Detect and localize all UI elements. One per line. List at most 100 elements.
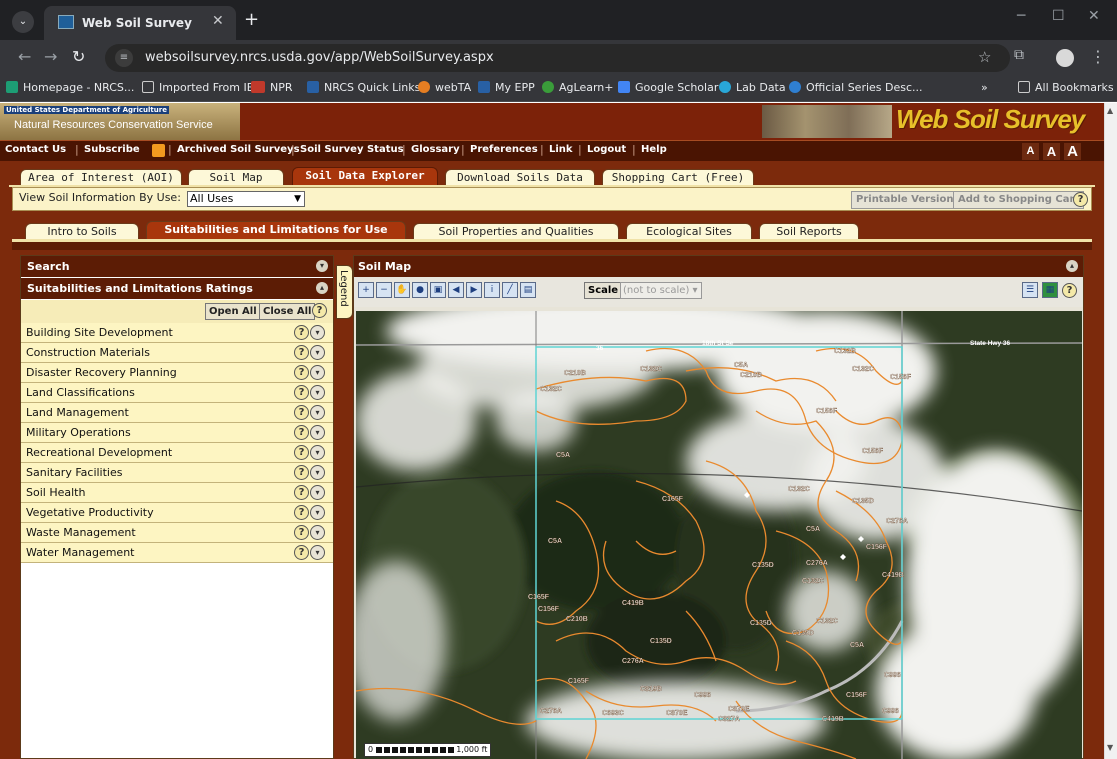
expand-icon[interactable]: ▾ (310, 385, 325, 400)
tab-ecological-sites[interactable]: Ecological Sites (626, 223, 752, 240)
close-all-button[interactable]: Close All (259, 303, 316, 320)
tab-soil-reports[interactable]: Soil Reports (759, 223, 859, 240)
bookmark-item[interactable]: webTA (418, 81, 471, 94)
nav-help[interactable]: Help (641, 144, 667, 155)
bookmark-item[interactable]: Homepage - NRCS... (6, 81, 134, 94)
nav-link[interactable]: Link (549, 144, 573, 155)
layer-list-icon[interactable]: ☰ (1022, 282, 1038, 298)
help-icon[interactable]: ? (294, 325, 309, 340)
nav-soil-survey-status[interactable]: Soil Survey Status (300, 144, 404, 155)
tab-area-of-interest[interactable]: Area of Interest (AOI) (20, 169, 182, 186)
browser-tab-active[interactable]: Web Soil Survey ✕ (44, 6, 236, 40)
bookmark-item[interactable]: My EPP (478, 81, 535, 94)
help-icon[interactable]: ? (312, 303, 327, 318)
expand-icon[interactable]: ▾ (310, 325, 325, 340)
print-map-icon[interactable]: ▦ (1042, 282, 1058, 298)
add-to-shopping-cart-button[interactable]: Add to Shopping Cart (953, 191, 1085, 209)
nav-logout[interactable]: Logout (587, 144, 626, 155)
identify-info-icon[interactable]: i (484, 282, 500, 298)
tab-shopping-cart[interactable]: Shopping Cart (Free) (602, 169, 754, 186)
tab-soil-map[interactable]: Soil Map (188, 169, 284, 186)
back-icon[interactable]: ← (18, 47, 31, 66)
nav-contact-us[interactable]: Contact Us (5, 144, 66, 155)
collapse-icon[interactable]: ▴ (1066, 260, 1078, 272)
help-icon[interactable]: ? (294, 545, 309, 560)
nav-subscribe[interactable]: Subscribe (84, 144, 140, 155)
zoom-in-icon[interactable]: + (358, 282, 374, 298)
scroll-down-icon[interactable]: ▼ (1107, 743, 1113, 752)
category-soil-health[interactable]: Soil Health? ▾ (21, 483, 333, 503)
expand-icon[interactable]: ▾ (310, 485, 325, 500)
new-tab-icon[interactable]: + (244, 9, 259, 30)
scale-button[interactable]: Scale (584, 282, 623, 299)
expand-icon[interactable]: ▾ (310, 505, 325, 520)
category-recreational-development[interactable]: Recreational Development? ▾ (21, 443, 333, 463)
help-icon[interactable]: ? (1062, 283, 1077, 298)
maximize-icon[interactable]: ☐ (1052, 8, 1065, 24)
browser-menu-icon[interactable]: ⋮ (1090, 47, 1106, 66)
printable-version-button[interactable]: Printable Version (851, 191, 959, 209)
text-size-small[interactable]: A (1022, 143, 1039, 160)
category-building-site-development[interactable]: Building Site Development? ▾ (21, 323, 333, 343)
zoom-to-aoi-icon[interactable]: ▣ (430, 282, 446, 298)
tab-suitabilities-limitations[interactable]: Suitabilities and Limitations for Use (146, 221, 406, 240)
help-icon[interactable]: ? (294, 485, 309, 500)
bookmark-item[interactable]: Lab Data (719, 81, 786, 94)
help-icon[interactable]: ? (294, 465, 309, 480)
tab-soil-data-explorer[interactable]: Soil Data Explorer (292, 167, 438, 186)
category-sanitary-facilities[interactable]: Sanitary Facilities? ▾ (21, 463, 333, 483)
category-construction-materials[interactable]: Construction Materials? ▾ (21, 343, 333, 363)
bookmark-item[interactable]: NPR (251, 81, 293, 94)
expand-icon[interactable]: ▾ (310, 365, 325, 380)
text-size-medium[interactable]: A (1043, 143, 1060, 160)
rss-icon[interactable] (152, 144, 165, 157)
tab-intro-to-soils[interactable]: Intro to Soils (25, 223, 139, 240)
tab-search-icon[interactable]: ⌄ (12, 11, 34, 33)
scroll-up-icon[interactable]: ▲ (1107, 106, 1113, 115)
scale-select[interactable]: (not to scale) ▾ (620, 282, 702, 299)
profile-avatar[interactable] (1056, 49, 1074, 67)
bookmark-item[interactable]: AgLearn+ (542, 81, 613, 94)
measure-icon[interactable]: ╱ (502, 282, 518, 298)
forward-icon[interactable]: → (44, 47, 57, 66)
tab-soil-properties[interactable]: Soil Properties and Qualities (413, 223, 619, 240)
help-icon[interactable]: ? (294, 345, 309, 360)
zoom-out-icon[interactable]: − (376, 282, 392, 298)
category-disaster-recovery-planning[interactable]: Disaster Recovery Planning? ▾ (21, 363, 333, 383)
help-icon[interactable]: ? (1073, 192, 1088, 207)
nav-glossary[interactable]: Glossary (411, 144, 460, 155)
collapse-icon[interactable]: ▴ (316, 282, 328, 294)
text-size-large[interactable]: A (1064, 143, 1081, 160)
help-icon[interactable]: ? (294, 385, 309, 400)
expand-icon[interactable]: ▾ (310, 445, 325, 460)
help-icon[interactable]: ? (294, 505, 309, 520)
help-icon[interactable]: ? (294, 445, 309, 460)
tab-close-icon[interactable]: ✕ (212, 13, 224, 29)
address-bar[interactable]: ≡ websoilsurvey.nrcs.usda.gov/app/WebSoi… (105, 44, 1010, 72)
bookmarks-overflow-icon[interactable]: » (981, 81, 988, 94)
category-military-operations[interactable]: Military Operations? ▾ (21, 423, 333, 443)
reload-icon[interactable]: ↻ (72, 47, 85, 66)
bookmark-item[interactable]: Google Scholar (618, 81, 718, 94)
extensions-icon[interactable]: ⧉ (1014, 47, 1024, 63)
expand-icon[interactable]: ▾ (310, 425, 325, 440)
expand-icon[interactable]: ▾ (310, 465, 325, 480)
legend-tab[interactable]: Legend (336, 265, 353, 319)
bookmark-item[interactable]: Imported From IE (142, 81, 254, 94)
bookmark-star-icon[interactable]: ☆ (978, 48, 991, 66)
help-icon[interactable]: ? (294, 365, 309, 380)
ratings-header[interactable]: Suitabilities and Limitations Ratings ▴ (21, 278, 333, 299)
bookmark-item[interactable]: Official Series Desc... (789, 81, 923, 94)
clear-icon[interactable]: ▤ (520, 282, 536, 298)
expand-icon[interactable]: ▾ (310, 345, 325, 360)
category-land-classifications[interactable]: Land Classifications? ▾ (21, 383, 333, 403)
previous-extent-icon[interactable]: ◀ (448, 282, 464, 298)
pan-hand-icon[interactable]: ✋ (394, 282, 410, 298)
all-bookmarks[interactable]: All Bookmarks (1018, 81, 1114, 94)
nav-preferences[interactable]: Preferences (470, 144, 538, 155)
next-extent-icon[interactable]: ▶ (466, 282, 482, 298)
minimize-icon[interactable]: ─ (1017, 8, 1025, 24)
expand-icon[interactable]: ▾ (310, 525, 325, 540)
view-use-select[interactable]: All Uses ▼ (187, 191, 305, 207)
expand-icon[interactable]: ▾ (310, 545, 325, 560)
